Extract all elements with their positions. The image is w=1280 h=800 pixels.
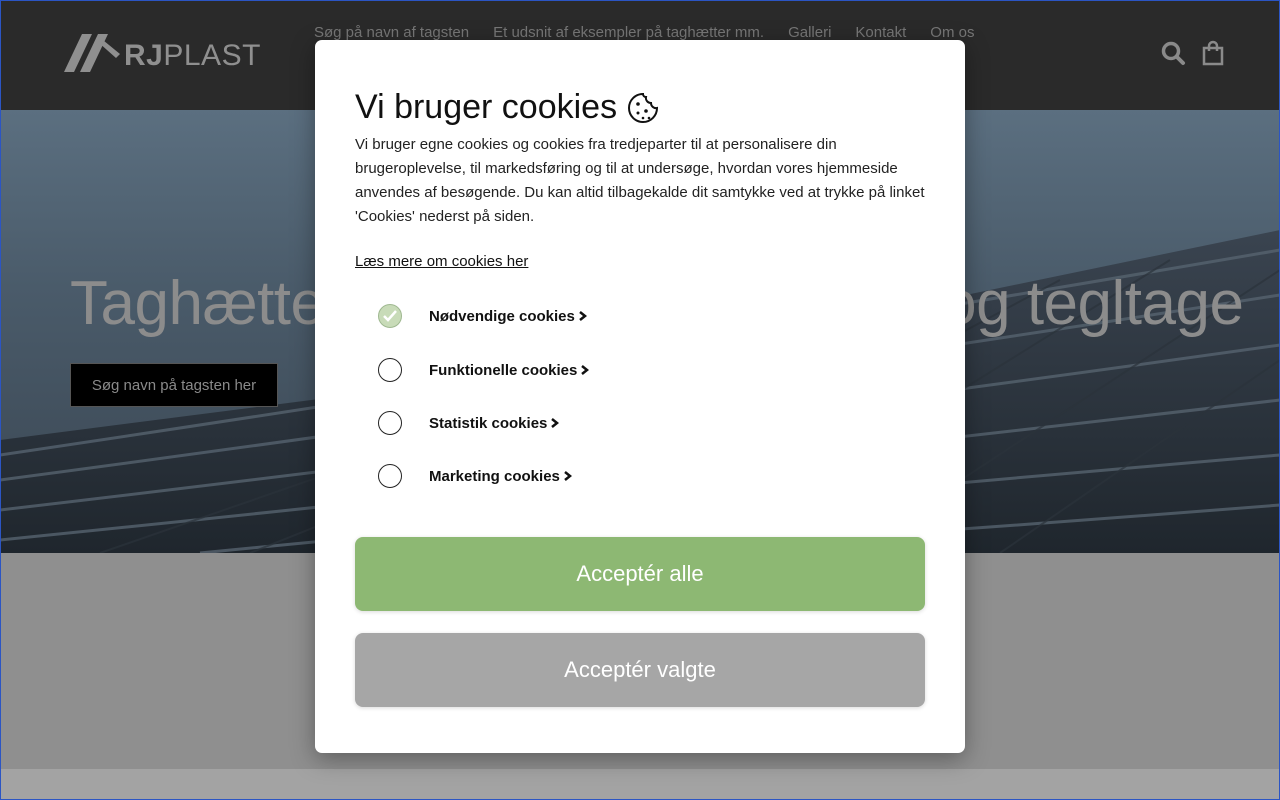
footer-strip <box>0 769 1280 800</box>
cookie-option-functional[interactable]: Funktionelle cookies <box>378 358 590 382</box>
nav-item-search-by-name[interactable]: Søg på navn af tagsten <box>314 24 469 41</box>
logo-bold-text: RJ <box>124 39 164 72</box>
nav-item-about[interactable]: Om os <box>930 24 974 41</box>
chevron-right-icon <box>581 365 590 375</box>
main-nav: Søg på navn af tagsten Et udsnit af ekse… <box>314 24 974 41</box>
marketing-cookies-label: Marketing cookies <box>429 467 560 485</box>
marketing-cookies-checkbox[interactable] <box>378 464 402 488</box>
functional-cookies-label: Funktionelle cookies <box>429 361 578 379</box>
cookie-option-statistics[interactable]: Statistik cookies <box>378 411 560 435</box>
accept-selected-button[interactable]: Acceptér valgte <box>355 633 925 707</box>
cookie-consent-dialog: Vi bruger cookies Vi bruger egne cookies… <box>315 40 965 753</box>
shopping-bag-icon[interactable] <box>1200 40 1226 66</box>
cookie-option-necessary[interactable]: Nødvendige cookies <box>378 304 588 328</box>
cookie-icon <box>628 92 659 123</box>
search-tile-name-button[interactable]: Søg navn på tagsten her <box>70 363 278 407</box>
cookie-option-marketing[interactable]: Marketing cookies <box>378 464 573 488</box>
statistics-cookies-label: Statistik cookies <box>429 414 548 432</box>
logo-light-text: PLAST <box>163 39 261 72</box>
functional-cookies-checkbox[interactable] <box>378 358 402 382</box>
accept-all-button[interactable]: Acceptér alle <box>355 537 925 611</box>
nav-item-contact[interactable]: Kontakt <box>855 24 906 41</box>
checkmark-icon <box>383 310 397 322</box>
cookie-dialog-description: Vi bruger egne cookies og cookies fra tr… <box>355 136 925 225</box>
chevron-right-icon <box>579 311 587 321</box>
chevron-right-icon <box>564 471 572 481</box>
chevron-right-icon <box>551 418 560 428</box>
statistics-cookies-checkbox[interactable] <box>378 411 402 435</box>
logo-mark-icon <box>64 34 120 72</box>
nav-item-examples[interactable]: Et udsnit af eksempler på taghætter mm. <box>493 24 764 41</box>
site-logo[interactable]: RJPLAST <box>62 32 260 74</box>
read-more-cookies-link[interactable]: Læs mere om cookies her <box>355 253 528 270</box>
necessary-cookies-label: Nødvendige cookies <box>429 307 575 325</box>
search-icon[interactable] <box>1160 40 1186 66</box>
cookie-dialog-title: Vi bruger cookies <box>355 88 618 126</box>
necessary-cookies-checkbox[interactable] <box>378 304 402 328</box>
nav-item-gallery[interactable]: Galleri <box>788 24 831 41</box>
